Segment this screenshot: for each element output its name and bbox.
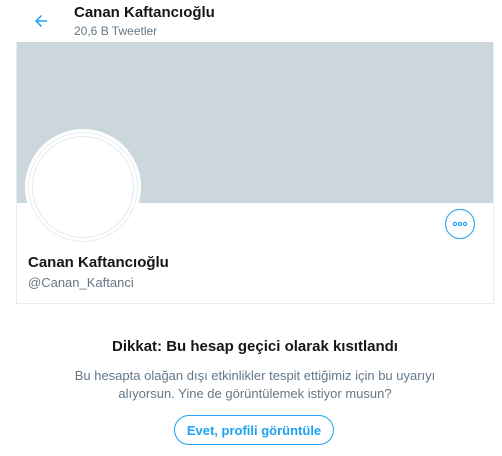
- avatar[interactable]: [25, 129, 141, 245]
- notice-text: Bu hesapta olağan dışı etkinlikler tespi…: [74, 368, 436, 401]
- header-tweet-count: 20,6 B Tweetler: [74, 24, 158, 38]
- profile-display-name: Canan Kaftancıoğlu: [28, 254, 169, 271]
- arrow-left-icon: [35, 15, 47, 27]
- header-account-name: Canan Kaftancıoğlu: [74, 4, 215, 21]
- profile-card: Canan Kaftancıoğlu @Canan_Kaftanci: [16, 42, 494, 304]
- view-profile-button[interactable]: Evet, profili görüntüle: [174, 415, 334, 445]
- avatar-placeholder: [32, 136, 134, 238]
- top-bar: Canan Kaftancıoğlu 20,6 B Tweetler: [0, 0, 502, 42]
- notice-title: Dikkat: Bu hesap geçici olarak kısıtland…: [112, 338, 398, 355]
- profile-handle: @Canan_Kaftanci: [28, 275, 134, 290]
- more-options-button[interactable]: [445, 209, 475, 239]
- more-horizontal-icon: [452, 221, 468, 227]
- back-button[interactable]: [28, 8, 54, 34]
- restriction-notice: Dikkat: Bu hesap geçici olarak kısıtland…: [16, 336, 494, 403]
